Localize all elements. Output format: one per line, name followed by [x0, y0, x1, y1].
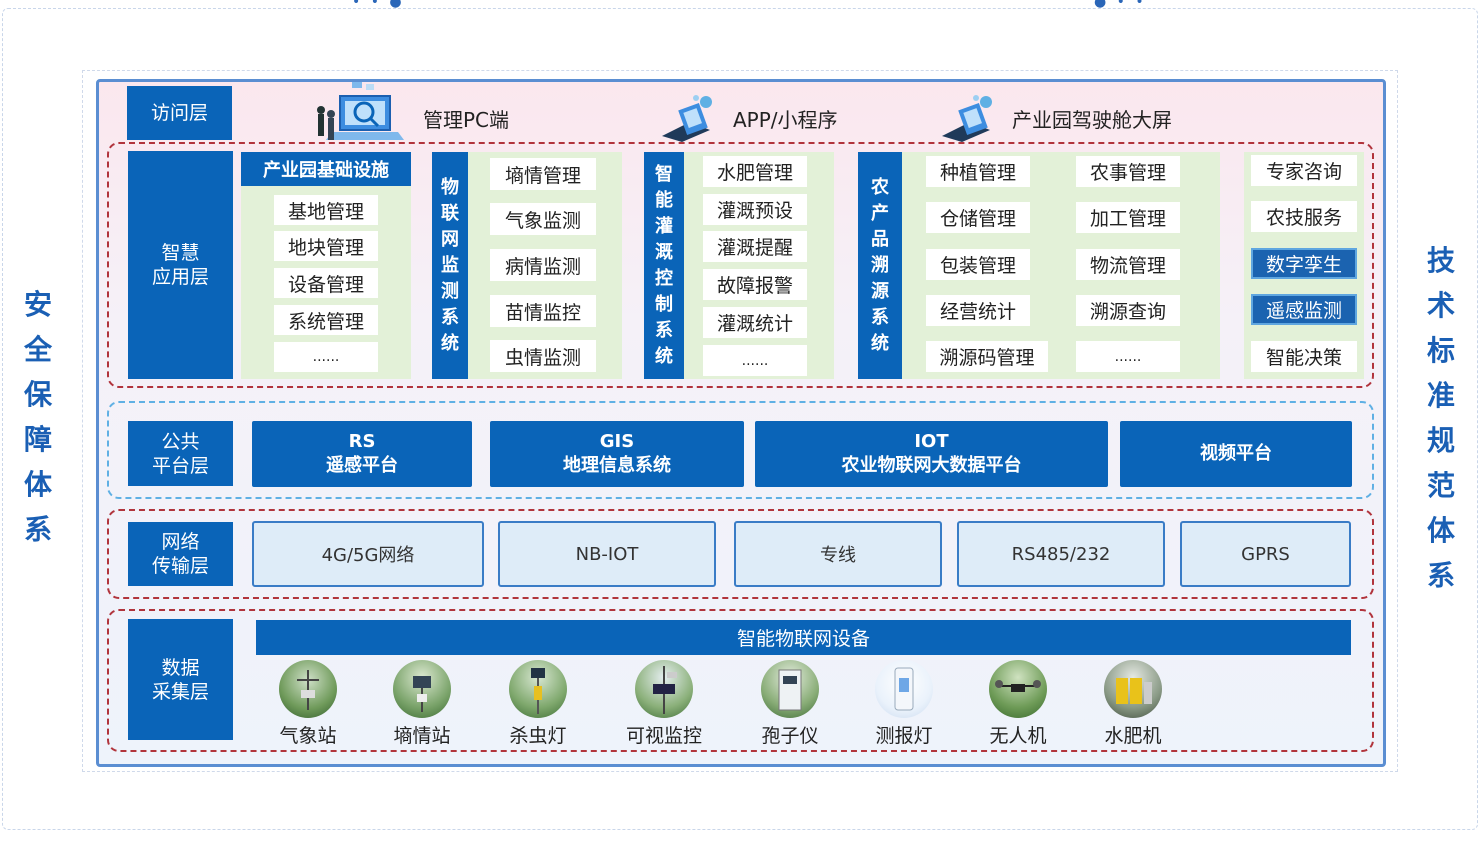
trace-item: 包装管理	[926, 249, 1030, 280]
network-layer-line2: 传输层	[151, 555, 209, 577]
trace-item: 加工管理	[1076, 202, 1180, 233]
platform-layer-label: 公共 平台层	[128, 421, 233, 486]
trace-item: 种植管理	[926, 156, 1030, 187]
iot-item: 病情监测	[490, 249, 596, 281]
decor-dots-right: ● • •	[1094, 0, 1147, 10]
iot-item: 苗情监控	[490, 295, 596, 327]
device-label: 无人机	[989, 725, 1047, 747]
expert-item-highlight: 遥感监测	[1251, 294, 1357, 325]
platform-gis: GIS 地理信息系统	[490, 421, 744, 487]
spore-trap-photo	[761, 660, 819, 718]
insect-lamp-photo	[509, 660, 567, 718]
trace-item: 溯源码管理	[926, 341, 1048, 372]
platform-video: 视频平台	[1120, 421, 1352, 487]
platform-gis-code: GIS	[599, 431, 635, 452]
network-item: NB-IOT	[498, 521, 716, 587]
expert-item: 智能决策	[1251, 341, 1357, 372]
platform-layer-line1: 公共	[161, 430, 200, 453]
trace-item: 仓储管理	[926, 202, 1030, 233]
application-layer-line1: 智慧	[161, 242, 200, 264]
application-layer-line2: 应用层	[151, 266, 209, 288]
mobile-app-icon	[662, 95, 712, 142]
platform-iot: IOT 农业物联网大数据平台	[755, 421, 1108, 487]
forecast-lamp-photo	[875, 660, 933, 718]
network-layer-line1: 网络	[161, 531, 200, 553]
irrigation-item: 故障报警	[703, 269, 807, 300]
iot-title-text: 物联网监测系统	[441, 176, 459, 354]
expert-item: 专家咨询	[1251, 155, 1357, 186]
trace-item: 经营统计	[926, 295, 1030, 326]
platform-layer-line2: 平台层	[151, 454, 209, 477]
platform-rs-name: 遥感平台	[326, 455, 398, 476]
irrigation-title-text: 智能灌溉控制系统	[655, 163, 673, 367]
platform-video-name: 视频平台	[1200, 443, 1272, 464]
device-label: 气象站	[279, 725, 337, 747]
irrigation-item: ......	[703, 345, 807, 376]
iot-devices-banner: 智能物联网设备	[256, 620, 1351, 655]
infra-item: 基地管理	[274, 195, 378, 225]
iot-item: 虫情监测	[490, 340, 596, 372]
trace-title-text: 农产品溯源系统	[871, 176, 889, 354]
irrigation-title: 智能灌溉控制系统	[644, 152, 684, 379]
trace-title: 农产品溯源系统	[858, 152, 902, 379]
irrigation-item: 灌溉提醒	[703, 231, 807, 262]
device-label: 墒情站	[393, 725, 451, 747]
network-item: RS485/232	[957, 521, 1165, 587]
network-item: 专线	[734, 521, 942, 587]
iot-title: 物联网监测系统	[432, 152, 468, 379]
infra-item: ......	[274, 342, 378, 372]
network-item: 4G/5G网络	[252, 521, 484, 587]
access-pc-label: 管理PC端	[423, 108, 510, 132]
infra-title: 产业园基础设施	[241, 152, 411, 186]
soil-station-photo	[393, 660, 451, 718]
infra-item: 地块管理	[274, 231, 378, 261]
platform-iot-name: 农业物联网大数据平台	[841, 455, 1022, 476]
data-layer-line1: 数据	[161, 656, 200, 679]
access-screen-label: 产业园驾驶舱大屏	[1012, 108, 1172, 132]
network-layer-label: 网络 传输层	[128, 522, 233, 586]
dashboard-screen-icon	[942, 95, 992, 142]
iot-item: 气象监测	[490, 203, 596, 235]
access-layer-text: 访问层	[150, 102, 208, 124]
device-label: 孢子仪	[761, 725, 819, 747]
access-app-label: APP/小程序	[733, 108, 838, 132]
device-label: 可视监控	[625, 725, 702, 747]
weather-station-photo	[279, 660, 337, 718]
decor-dots-left: • • ●	[352, 0, 405, 10]
infra-item: 设备管理	[274, 268, 378, 298]
irrigation-item: 灌溉统计	[703, 307, 807, 338]
fertigation-machine-photo	[1104, 660, 1162, 718]
pc-people-icon	[317, 82, 404, 140]
application-layer-label: 智慧 应用层	[128, 151, 233, 379]
device-label: 杀虫灯	[509, 725, 567, 747]
platform-rs-code: RS	[348, 431, 376, 452]
trace-item: ......	[1076, 341, 1180, 372]
access-layer-label: 访问层	[127, 86, 232, 140]
platform-gis-name: 地理信息系统	[563, 455, 671, 476]
irrigation-item: 灌溉预设	[703, 194, 807, 225]
infra-item: 系统管理	[274, 305, 378, 335]
expert-item-highlight: 数字孪生	[1251, 248, 1357, 279]
trace-item: 农事管理	[1076, 156, 1180, 187]
drone-photo	[989, 660, 1047, 718]
trace-item: 物流管理	[1076, 249, 1180, 280]
device-label: 水肥机	[1104, 725, 1162, 747]
iot-item: 墒情管理	[490, 158, 596, 190]
data-layer-label: 数据 采集层	[128, 619, 233, 740]
trace-item: 溯源查询	[1076, 295, 1180, 326]
irrigation-item: 水肥管理	[703, 156, 807, 187]
security-system-label: 安全保障体系	[23, 288, 52, 546]
data-layer-line2: 采集层	[151, 680, 209, 703]
standards-system-label: 技术标准规范体系	[1426, 244, 1455, 592]
platform-rs: RS 遥感平台	[252, 421, 472, 487]
expert-item: 农技服务	[1251, 201, 1357, 232]
platform-iot-code: IOT	[914, 431, 949, 452]
device-label: 测报灯	[875, 725, 933, 747]
network-item: GPRS	[1180, 521, 1351, 587]
video-monitor-photo	[635, 660, 693, 718]
